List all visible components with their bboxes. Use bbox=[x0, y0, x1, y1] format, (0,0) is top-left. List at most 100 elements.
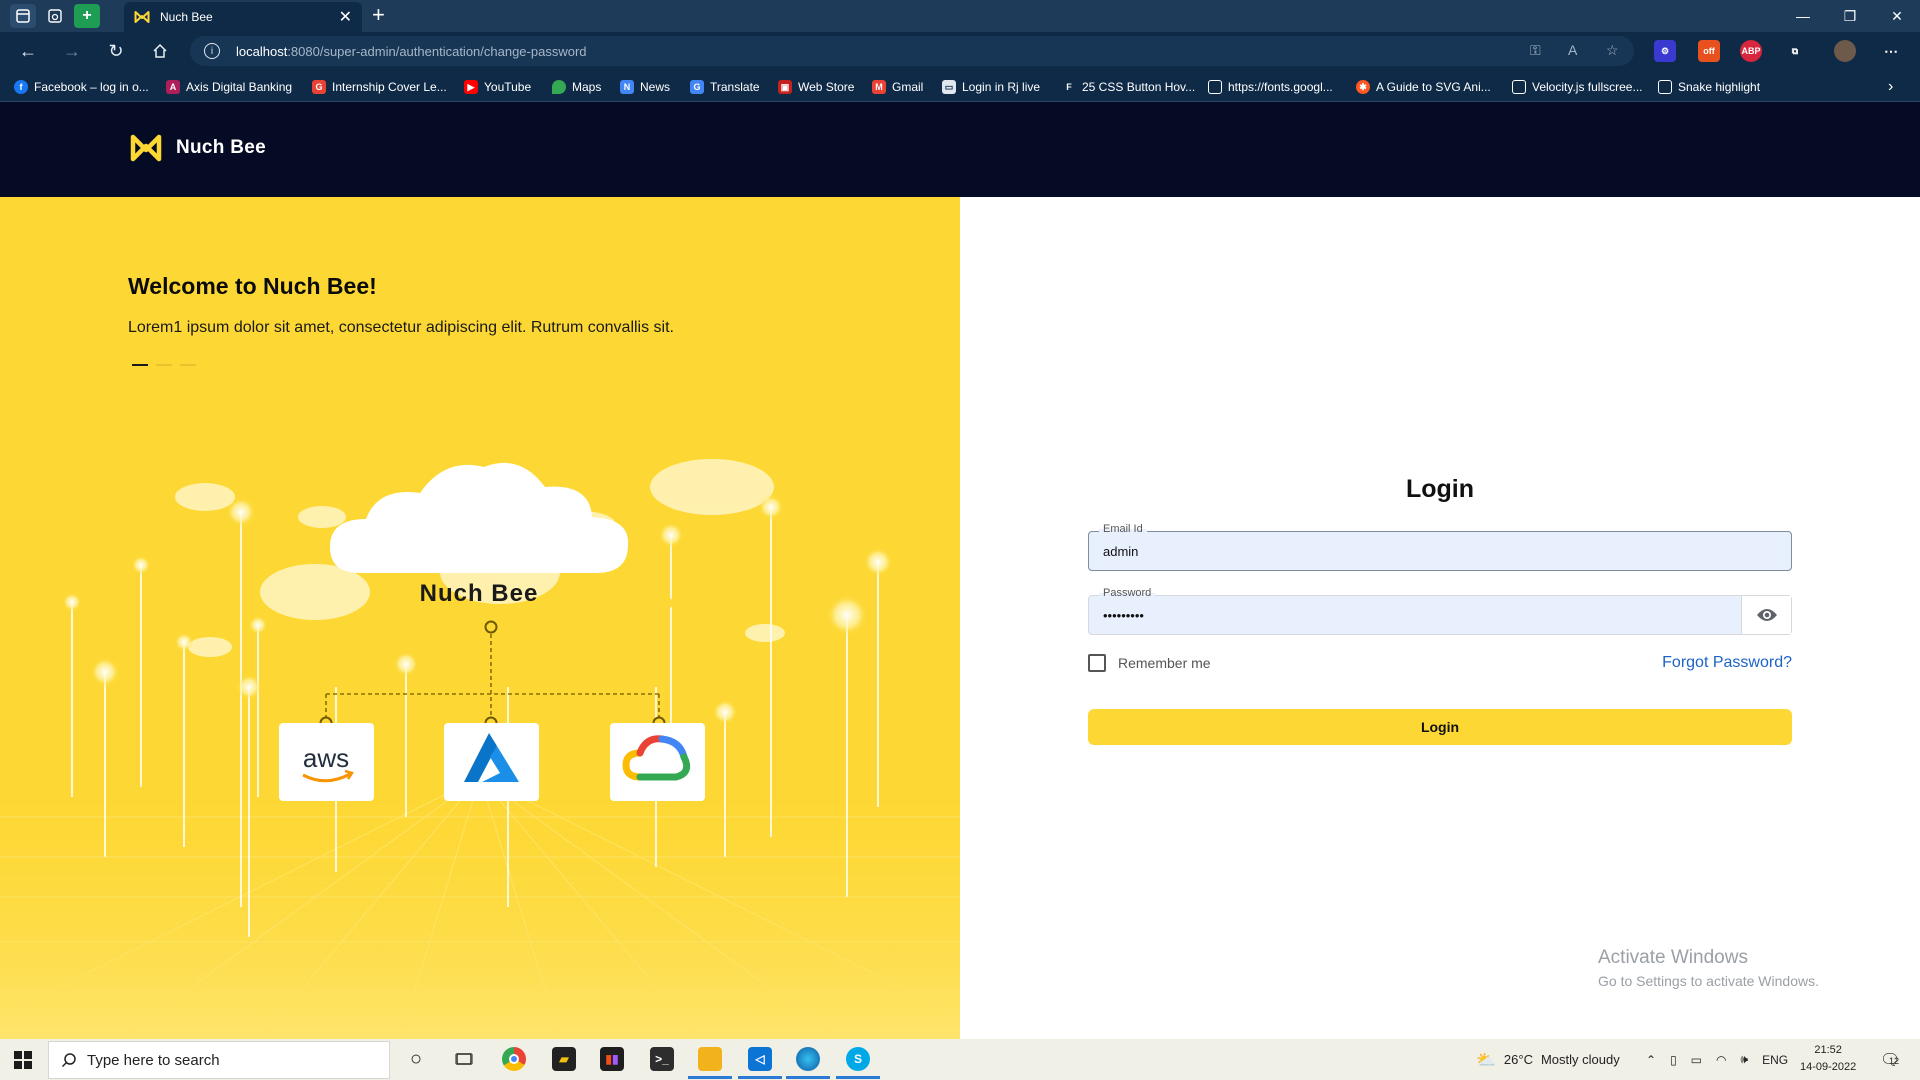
axis-bank-icon: A bbox=[166, 80, 180, 94]
url-path: :8080/super-admin/authentication/change-… bbox=[287, 43, 587, 59]
remember-me-checkbox[interactable] bbox=[1088, 654, 1106, 672]
figma-icon[interactable]: ▮ ▮ bbox=[600, 1047, 624, 1071]
aws-card: aws bbox=[279, 723, 374, 801]
taskbar-search[interactable]: Type here to search bbox=[48, 1041, 390, 1079]
bookmark-item[interactable]: Maps bbox=[552, 78, 601, 96]
minimize-button[interactable]: — bbox=[1780, 0, 1826, 32]
partly-cloudy-icon: ⛅ bbox=[1476, 1051, 1496, 1069]
reload-icon: ↻ bbox=[108, 40, 124, 61]
tabs-icon bbox=[16, 9, 30, 23]
gmail-icon: M bbox=[872, 80, 886, 94]
password-field[interactable]: Password bbox=[1088, 587, 1792, 635]
edge-icon[interactable] bbox=[786, 1047, 830, 1079]
bookmark-item[interactable]: https://fonts.googl... bbox=[1208, 78, 1333, 96]
weather-desc: Mostly cloudy bbox=[1540, 1052, 1620, 1067]
workspaces-button[interactable] bbox=[42, 4, 68, 28]
adblock-icon[interactable]: ABP bbox=[1740, 40, 1762, 62]
battery-icon[interactable]: ▭ bbox=[1691, 1053, 1702, 1067]
close-tab-icon[interactable]: ✕ bbox=[339, 7, 352, 27]
bookmark-item[interactable]: G Translate bbox=[690, 78, 760, 96]
email-field[interactable]: Email Id bbox=[1088, 523, 1792, 571]
clock-time: 21:52 bbox=[1814, 1044, 1842, 1056]
tab-actions-button[interactable] bbox=[10, 4, 36, 28]
login-button[interactable]: Login bbox=[1088, 709, 1792, 745]
vscode-icon[interactable]: ◁ bbox=[738, 1047, 782, 1079]
chevron-up-icon[interactable]: ⌃ bbox=[1646, 1053, 1656, 1067]
bookmark-item[interactable]: N News bbox=[620, 78, 670, 96]
wifi-icon[interactable]: ◠ bbox=[1716, 1053, 1726, 1067]
password-input[interactable] bbox=[1103, 596, 1743, 634]
chrome-icon[interactable] bbox=[502, 1047, 526, 1071]
site-info-icon[interactable]: i bbox=[204, 43, 220, 59]
bookmark-item[interactable]: ▭ Login in Rj live bbox=[942, 78, 1040, 96]
favorite-star-icon[interactable]: ☆ bbox=[1606, 42, 1619, 59]
start-button[interactable] bbox=[14, 1051, 32, 1074]
youtube-icon: ▶ bbox=[464, 80, 478, 94]
nuch-bee-logo-icon bbox=[130, 134, 162, 162]
workspaces-icon bbox=[48, 9, 62, 23]
task-view-icon[interactable] bbox=[452, 1047, 476, 1071]
back-arrow-icon: ← bbox=[19, 40, 37, 61]
activate-windows-watermark: Activate Windows Go to Settings to activ… bbox=[1598, 947, 1819, 989]
brand-logo[interactable]: Nuch Bee bbox=[130, 132, 266, 164]
bookmark-item[interactable]: A Axis Digital Banking bbox=[166, 78, 292, 96]
windows-taskbar: Type here to search ○ ▰ ▮ ▮ >_ ◁ S ⛅ 26°C… bbox=[0, 1039, 1920, 1080]
active-tab[interactable]: Nuch Bee ✕ bbox=[124, 2, 362, 32]
carousel-dot[interactable] bbox=[180, 364, 196, 366]
carousel-dot[interactable] bbox=[156, 364, 172, 366]
document-icon bbox=[1658, 80, 1672, 94]
remember-me[interactable]: Remember me bbox=[1088, 654, 1211, 672]
key-icon[interactable]: ⚿ bbox=[1530, 42, 1541, 59]
new-tab-button[interactable]: + bbox=[372, 4, 385, 26]
extension-off-icon[interactable]: off bbox=[1698, 40, 1720, 62]
close-window-button[interactable]: ✕ bbox=[1874, 0, 1920, 32]
volume-icon[interactable]: 🕪 bbox=[1741, 1052, 1749, 1067]
home-button[interactable] bbox=[146, 38, 174, 64]
azure-card bbox=[444, 723, 539, 801]
more-menu-icon[interactable]: ⋯ bbox=[1880, 40, 1902, 62]
bookmark-item[interactable]: ▶ YouTube bbox=[464, 78, 531, 96]
carousel-dot[interactable] bbox=[132, 364, 148, 366]
bookmark-item[interactable]: ▣ Web Store bbox=[778, 78, 854, 96]
clock-date: 14-09-2022 bbox=[1800, 1061, 1857, 1073]
notifications-button[interactable]: 🗨 12 bbox=[1880, 1039, 1900, 1080]
email-input[interactable] bbox=[1103, 532, 1743, 570]
profile-avatar[interactable] bbox=[1834, 40, 1856, 62]
device-icon[interactable]: ▯ bbox=[1670, 1053, 1677, 1067]
file-explorer-icon[interactable] bbox=[688, 1047, 732, 1079]
cloud-logo-icon bbox=[651, 582, 693, 624]
document-icon bbox=[1512, 80, 1526, 94]
clock[interactable]: 21:52 14-09-2022 bbox=[1800, 1042, 1856, 1076]
forgot-password-link[interactable]: Forgot Password? bbox=[1662, 654, 1792, 672]
bookmark-item[interactable]: Snake highlight bbox=[1658, 78, 1760, 96]
weather-widget[interactable]: ⛅ 26°C Mostly cloudy bbox=[1476, 1039, 1620, 1080]
back-button[interactable]: ← bbox=[14, 38, 42, 64]
bookmark-item[interactable]: f Facebook – log in o... bbox=[14, 78, 149, 96]
extension-icon[interactable]: ⚙ bbox=[1654, 40, 1676, 62]
terminal-icon[interactable]: >_ bbox=[650, 1047, 674, 1071]
reload-button[interactable]: ↻ bbox=[102, 38, 130, 64]
bookmark-item[interactable]: ✱ A Guide to SVG Ani... bbox=[1356, 78, 1491, 96]
welcome-panel: Welcome to Nuch Bee! Lorem1 ipsum dolor … bbox=[0, 197, 960, 1039]
forward-button[interactable]: → bbox=[58, 38, 86, 64]
restore-button[interactable]: ❐ bbox=[1827, 0, 1873, 32]
skype-icon[interactable]: S bbox=[836, 1047, 880, 1079]
more-bookmarks-chevron-icon[interactable]: › bbox=[1888, 78, 1893, 96]
cortana-icon[interactable]: ○ bbox=[404, 1047, 428, 1071]
bookmark-item[interactable]: M Gmail bbox=[872, 78, 923, 96]
url-field[interactable]: i localhost:8080/super-admin/authenticat… bbox=[190, 36, 1634, 66]
bookmark-item[interactable]: Velocity.js fullscree... bbox=[1512, 78, 1642, 96]
forward-arrow-icon: → bbox=[63, 40, 81, 61]
search-placeholder: Type here to search bbox=[87, 1051, 220, 1069]
language-indicator[interactable]: ENG bbox=[1762, 1053, 1788, 1067]
sticky-notes-icon[interactable]: ▰ bbox=[552, 1047, 576, 1071]
bookmark-item[interactable]: F 25 CSS Button Hov... bbox=[1062, 78, 1195, 96]
sheets-tab-button[interactable]: + bbox=[74, 4, 100, 28]
connector-lines bbox=[325, 627, 660, 722]
read-aloud-icon[interactable]: A bbox=[1568, 42, 1577, 58]
extensions-puzzle-icon[interactable]: ⧉ bbox=[1784, 40, 1806, 62]
toggle-password-visibility-button[interactable] bbox=[1741, 596, 1791, 634]
plus-icon: + bbox=[82, 7, 92, 24]
news-icon: N bbox=[620, 80, 634, 94]
bookmark-item[interactable]: G Internship Cover Le... bbox=[312, 78, 447, 96]
